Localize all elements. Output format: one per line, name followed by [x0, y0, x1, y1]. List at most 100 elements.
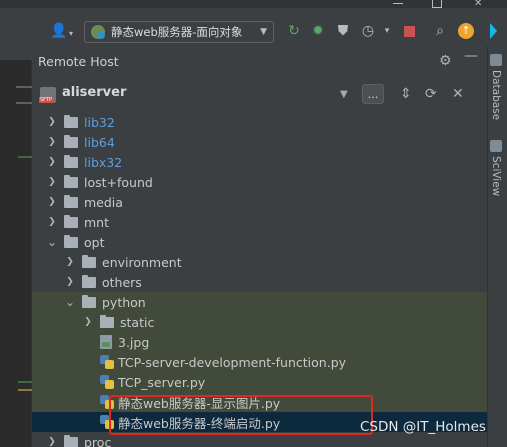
tree-row[interactable]: ❯ mnt: [32, 212, 487, 232]
folder-icon: [64, 154, 78, 168]
folder-icon: [64, 114, 78, 128]
tab-strip: [0, 46, 32, 60]
tool-tab-database-label: Database: [490, 70, 502, 121]
folder-icon: [64, 174, 78, 188]
tree-row[interactable]: ❯ lib64: [32, 132, 487, 152]
host-toolbar: aliserver ▼ ... ⇕ ⟳ ✕: [32, 79, 487, 109]
database-icon: [490, 54, 502, 66]
tree-row-label: media: [84, 194, 123, 210]
chevron-right-icon[interactable]: ❯: [46, 197, 58, 207]
tree-row[interactable]: ❯ lib32: [32, 112, 487, 132]
gutter-change-marker: [18, 381, 32, 383]
chevron-right-icon[interactable]: ❯: [46, 437, 58, 447]
sftp-icon: [39, 87, 56, 103]
tree-row[interactable]: ❯ libx32: [32, 152, 487, 172]
chevron-right-icon[interactable]: ❯: [64, 277, 76, 287]
chevron-down-icon[interactable]: ▼: [340, 89, 348, 100]
gutter-marker: [18, 389, 32, 391]
python-logo-yellow: [105, 380, 114, 389]
chevron-right-icon[interactable]: ❯: [46, 137, 58, 147]
folder-icon: [64, 134, 78, 148]
tree-row-label: 3.jpg: [118, 334, 150, 350]
folder-icon: [64, 234, 78, 248]
user-dropdown-icon[interactable]: ▾: [62, 24, 80, 42]
folder-icon: [64, 214, 78, 228]
tree-row[interactable]: ❯ environment: [32, 252, 487, 272]
tree-row[interactable]: ❯ static: [32, 312, 487, 332]
search-icon[interactable]: ⌕: [431, 22, 449, 40]
folder-icon: [82, 254, 96, 268]
tree-row-label: proc: [84, 434, 112, 447]
collapse-all-icon[interactable]: ⇕: [400, 86, 412, 102]
debug-icon[interactable]: ✹: [309, 22, 327, 40]
minimize-panel-icon[interactable]: —: [464, 48, 478, 64]
python-logo-yellow: [105, 360, 114, 369]
close-icon[interactable]: ✕: [452, 86, 464, 102]
window-close-icon[interactable]: ✕: [474, 0, 482, 9]
stop-icon[interactable]: [400, 22, 418, 40]
tree-row-label: lib64: [84, 134, 115, 150]
tool-tab-sciview-label: SciView: [490, 156, 502, 197]
python-file-icon: [100, 375, 114, 389]
rerun-icon[interactable]: ↻: [285, 22, 303, 40]
folder-icon: [64, 194, 78, 208]
title-bar: [0, 0, 507, 8]
window-maximize-icon[interactable]: [432, 0, 442, 8]
browse-hosts-button[interactable]: ...: [362, 84, 384, 104]
folder-icon: [100, 314, 114, 328]
tool-tab-sciview[interactable]: SciView: [490, 140, 502, 196]
update-icon[interactable]: ↑: [457, 22, 475, 40]
gutter-marker: [16, 86, 32, 88]
gutter-marker: [16, 102, 32, 104]
chevron-down-icon: ▼: [260, 27, 267, 37]
editor-gutter: [0, 46, 32, 447]
tree-row-label: lib32: [84, 114, 115, 130]
run-configuration-select[interactable]: 静态web服务器-面向对象 ▼: [84, 21, 274, 43]
image-file-icon: [100, 335, 112, 349]
highlight-annotation-box: [109, 395, 373, 435]
tree-row[interactable]: ❯ lost+found: [32, 172, 487, 192]
sciview-icon: [490, 140, 502, 152]
chevron-right-icon[interactable]: ❯: [46, 117, 58, 127]
chevron-right-icon[interactable]: ❯: [46, 157, 58, 167]
tree-row-label: lost+found: [84, 174, 153, 190]
folder-icon: [82, 274, 96, 288]
host-name-select[interactable]: aliserver: [62, 85, 126, 100]
tree-row-label: libx32: [84, 154, 123, 170]
folder-icon: [82, 294, 96, 308]
tree-row[interactable]: TCP-server-development-function.py: [32, 352, 487, 372]
tree-row-label: environment: [102, 254, 182, 270]
gutter-change-marker: [18, 156, 32, 158]
tree-row-label: python: [102, 294, 146, 310]
window-minimize-icon[interactable]: [393, 0, 405, 8]
tree-row-label: mnt: [84, 214, 109, 230]
chevron-down-icon[interactable]: ⌄: [46, 235, 58, 249]
gear-icon[interactable]: ⚙: [439, 53, 452, 69]
jetbrains-toolbox-icon[interactable]: [484, 22, 502, 40]
tree-row-label: static: [120, 314, 155, 330]
profile-icon[interactable]: ◷: [359, 22, 377, 40]
chevron-right-icon[interactable]: ❯: [64, 257, 76, 267]
python-file-icon: [100, 355, 114, 369]
tool-tab-database[interactable]: Database: [490, 54, 502, 120]
run-dropdown-icon[interactable]: ▾: [378, 22, 396, 40]
tree-row[interactable]: ❯ media: [32, 192, 487, 212]
chevron-right-icon[interactable]: ❯: [82, 317, 94, 327]
chevron-right-icon[interactable]: ❯: [46, 217, 58, 227]
refresh-icon[interactable]: ⟳: [425, 86, 437, 102]
tree-row[interactable]: ❯ others: [32, 272, 487, 292]
tree-row[interactable]: TCP_server.py: [32, 372, 487, 392]
tree-row-label: opt: [84, 234, 105, 250]
chevron-down-icon[interactable]: ⌄: [64, 295, 76, 309]
chevron-right-icon[interactable]: ❯: [46, 177, 58, 187]
tree-row[interactable]: ⌄ opt: [32, 232, 487, 252]
tree-row[interactable]: 3.jpg: [32, 332, 487, 352]
tree-row-label: TCP-server-development-function.py: [118, 354, 347, 370]
run-configuration-label: 静态web服务器-面向对象: [111, 25, 243, 39]
panel-header: Remote Host: [32, 46, 487, 76]
tree-row-label: TCP_server.py: [118, 374, 206, 390]
coverage-icon[interactable]: ⛊: [334, 22, 352, 40]
tree-row-label: others: [102, 274, 142, 290]
tree-row[interactable]: ⌄ python: [32, 292, 487, 312]
main-toolbar: ✕ 👤 ▾ 静态web服务器-面向对象 ▼ ↻ ✹ ⛊ ◷ ▾ ⌕ ↑: [0, 0, 507, 46]
